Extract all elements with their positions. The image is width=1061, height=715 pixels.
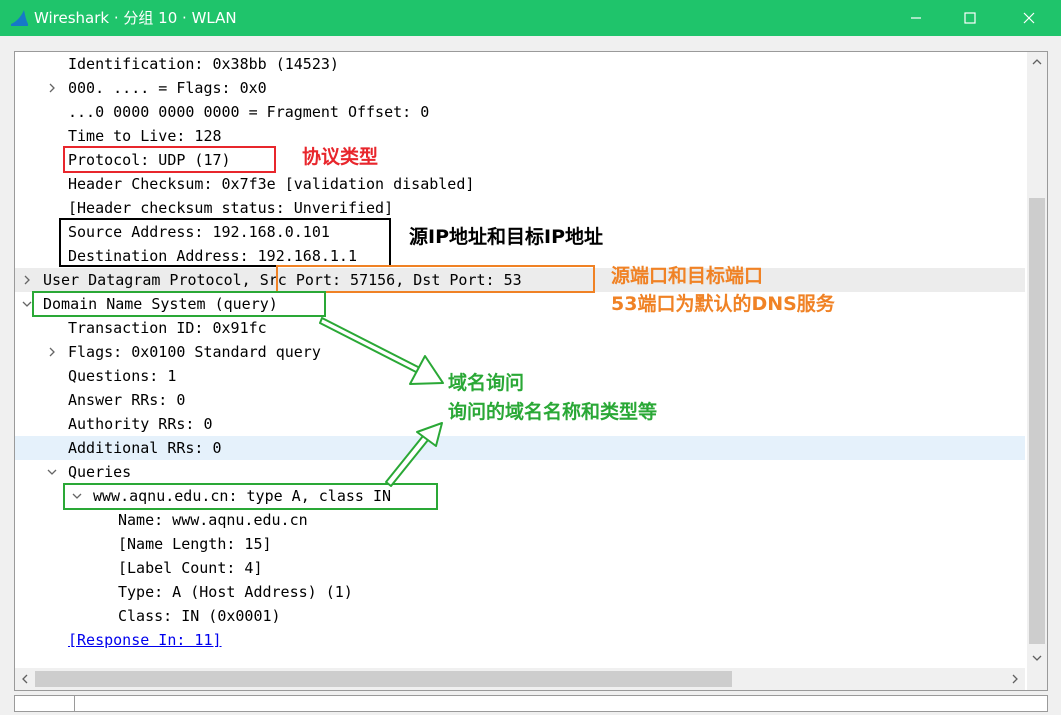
- row-text: Header Checksum: 0x7f3e [validation disa…: [68, 175, 475, 193]
- row-text: Identification: 0x38bb (14523): [68, 55, 339, 73]
- tree-row-checksum-status[interactable]: [Header checksum status: Unverified]: [15, 196, 1025, 220]
- maximize-button[interactable]: [947, 0, 993, 36]
- vertical-scroll-thumb[interactable]: [1029, 198, 1045, 644]
- response-in-link[interactable]: [Response In: 11]: [68, 628, 222, 652]
- scrollbar-corner: [1027, 668, 1047, 690]
- scroll-left-arrow-icon[interactable]: [15, 668, 35, 690]
- ip-address-annotation: 源IP地址和目标IP地址: [409, 226, 603, 248]
- row-text: Time to Live: 128: [68, 127, 222, 145]
- packet-bytes-pane[interactable]: [14, 695, 1048, 712]
- row-text: Class: IN (0x0001): [118, 607, 281, 625]
- row-text: Queries: [68, 463, 132, 481]
- chevron-right-icon[interactable]: [46, 82, 58, 94]
- horizontal-scrollbar[interactable]: [15, 668, 1025, 690]
- minimize-button[interactable]: [893, 0, 939, 36]
- tree-row-name-length[interactable]: [Name Length: 15]: [15, 532, 1025, 556]
- row-text: Questions: 1: [68, 367, 177, 385]
- chevron-right-icon[interactable]: [46, 346, 58, 358]
- tree-row-label-count[interactable]: [Label Count: 4]: [15, 556, 1025, 580]
- vertical-scrollbar[interactable]: [1027, 52, 1047, 668]
- window-title: Wireshark · 分组 10 · WLAN: [34, 9, 237, 27]
- chevron-right-icon[interactable]: [21, 274, 33, 286]
- row-text: [Label Count: 4]: [118, 559, 263, 577]
- tree-row-response-in[interactable]: [Response In: 11]: [15, 628, 1025, 652]
- minimize-icon: [911, 17, 921, 19]
- query-highlight-box: [63, 483, 438, 510]
- scroll-right-arrow-icon[interactable]: [1005, 668, 1025, 690]
- row-text: Type: A (Host Address) (1): [118, 583, 353, 601]
- row-text: Authority RRs: 0: [68, 415, 213, 433]
- tree-row-query-name[interactable]: Name: www.aqnu.edu.cn: [15, 508, 1025, 532]
- row-text: [Name Length: 15]: [118, 535, 272, 553]
- row-text: 000. .... = Flags: 0x0: [68, 79, 267, 97]
- protocol-type-annotation: 协议类型: [302, 146, 379, 168]
- port-annotation-line1: 源端口和目标端口: [611, 265, 764, 287]
- row-text: Flags: 0x0100 Standard query: [68, 343, 321, 361]
- tree-row-query-type[interactable]: Type: A (Host Address) (1): [15, 580, 1025, 604]
- scroll-down-arrow-icon[interactable]: [1027, 648, 1047, 668]
- port-annotation-line2: 53端口为默认的DNS服务: [611, 293, 835, 315]
- title-bar: Wireshark · 分组 10 · WLAN: [0, 0, 1061, 36]
- tree-row-header-checksum[interactable]: Header Checksum: 0x7f3e [validation disa…: [15, 172, 1025, 196]
- close-icon: [1023, 12, 1035, 24]
- wireshark-fin-icon: [11, 10, 28, 26]
- row-text: Additional RRs: 0: [68, 439, 222, 457]
- tree-row-queries[interactable]: Queries: [15, 460, 1025, 484]
- ip-address-highlight-box: [59, 218, 391, 267]
- row-text: Answer RRs: 0: [68, 391, 186, 409]
- row-text: ...0 0000 0000 0000 = Fragment Offset: 0: [68, 103, 430, 121]
- chevron-down-icon[interactable]: [46, 466, 58, 478]
- row-text: [Header checksum status: Unverified]: [68, 199, 394, 217]
- row-text: Transaction ID: 0x91fc: [68, 319, 267, 337]
- tree-row-identification[interactable]: Identification: 0x38bb (14523): [15, 52, 1025, 76]
- scroll-up-arrow-icon[interactable]: [1027, 52, 1047, 72]
- dns-highlight-box: [32, 291, 326, 317]
- tree-row-fragment-offset[interactable]: ...0 0000 0000 0000 = Fragment Offset: 0: [15, 100, 1025, 124]
- tree-row-query-class[interactable]: Class: IN (0x0001): [15, 604, 1025, 628]
- tree-row-additional-rrs[interactable]: Additional RRs: 0: [15, 436, 1025, 460]
- tree-row-ip-flags[interactable]: 000. .... = Flags: 0x0: [15, 76, 1025, 100]
- maximize-icon: [964, 12, 976, 24]
- protocol-highlight-box: [63, 146, 276, 173]
- close-button[interactable]: [1006, 0, 1052, 36]
- dns-annotation-line2: 询问的域名名称和类型等: [448, 401, 658, 423]
- tree-row-ttl[interactable]: Time to Live: 128: [15, 124, 1025, 148]
- tree-row-dns-flags[interactable]: Flags: 0x0100 Standard query: [15, 340, 1025, 364]
- pane-divider: [74, 696, 75, 711]
- tree-row-transaction-id[interactable]: Transaction ID: 0x91fc: [15, 316, 1025, 340]
- dns-annotation-line1: 域名询问: [448, 372, 525, 394]
- row-text: Name: www.aqnu.edu.cn: [118, 511, 308, 529]
- horizontal-scroll-thumb[interactable]: [35, 671, 732, 687]
- port-highlight-box: [276, 265, 595, 293]
